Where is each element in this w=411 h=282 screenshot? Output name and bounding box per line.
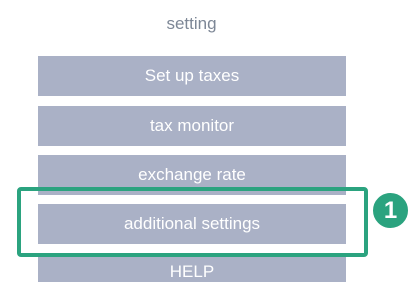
settings-menu-panel: setting Set up taxes tax monitor exchang… [0, 0, 411, 282]
menu-item-help[interactable]: HELP [38, 254, 346, 282]
menu-item-tax-monitor[interactable]: tax monitor [38, 106, 346, 146]
highlight-box [17, 187, 368, 257]
menu-title: setting [166, 14, 217, 33]
step-number-badge: 1 [370, 190, 411, 231]
menu-item-set-up-taxes[interactable]: Set up taxes [38, 56, 346, 96]
